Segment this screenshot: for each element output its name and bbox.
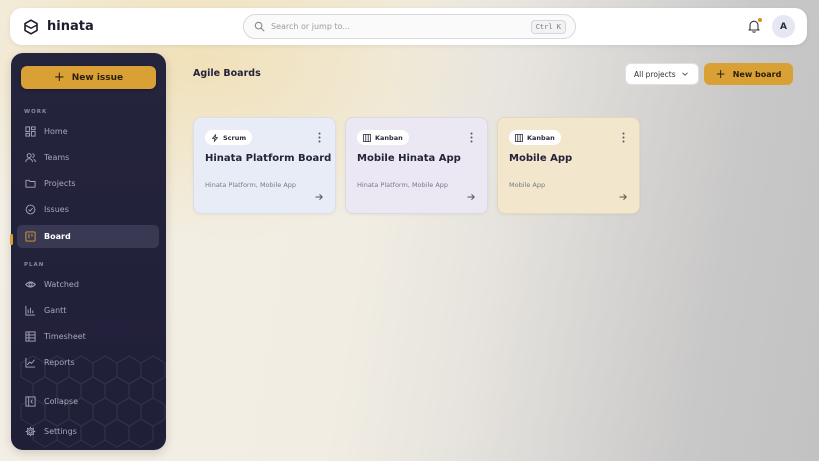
board-type-label: Kanban (527, 133, 555, 142)
board-projects: Hinata Platform, Mobile App (205, 181, 297, 189)
sidebar: + New issue WORK Home Teams Projects Iss… (11, 53, 166, 450)
search-input[interactable] (271, 22, 521, 31)
collapse-button[interactable]: Collapse (17, 390, 159, 413)
board-icon (25, 231, 36, 242)
sidebar-item-label: Reports (44, 358, 75, 367)
sidebar-item-projects[interactable]: Projects (17, 172, 159, 195)
board-type-badge: Kanban (509, 130, 561, 145)
sidebar-item-label: Gantt (44, 306, 67, 315)
sidebar-item-label: Board (44, 232, 71, 241)
chevron-down-icon (681, 72, 688, 76)
eye-icon (25, 281, 36, 288)
new-board-button[interactable]: + New board (704, 63, 793, 85)
bar-chart-icon (25, 305, 36, 316)
section-label-plan: PLAN (24, 262, 45, 268)
sidebar-item-issues[interactable]: Issues (17, 198, 159, 221)
folder-icon (25, 179, 36, 188)
plus-icon: + (53, 69, 65, 85)
gear-icon (25, 426, 36, 437)
users-icon (25, 153, 36, 163)
top-bar: hinata Ctrl K A (10, 8, 807, 45)
lightning-icon (212, 133, 218, 142)
board-type-label: Kanban (375, 133, 403, 142)
sidebar-item-teams[interactable]: Teams (17, 146, 159, 169)
check-circle-icon (25, 204, 36, 215)
search-bar[interactable]: Ctrl K (243, 14, 576, 39)
settings-button[interactable]: Settings (17, 420, 159, 443)
settings-label: Settings (44, 427, 77, 436)
collapse-icon (25, 396, 36, 407)
project-filter-select[interactable]: All projects (625, 63, 699, 85)
board-card[interactable]: Kanban Mobile App Mobile App (497, 117, 640, 214)
sidebar-item-label: Watched (44, 280, 79, 289)
board-card[interactable]: Scrum Hinata Platform Board Hinata Platf… (193, 117, 336, 214)
arrow-right-icon[interactable] (618, 192, 628, 202)
active-indicator (10, 234, 13, 245)
more-options-icon[interactable] (318, 132, 321, 143)
sidebar-item-label: Teams (44, 153, 70, 162)
table-icon (25, 331, 36, 342)
hexagon-logo-icon (24, 18, 38, 35)
grid-icon (25, 126, 36, 137)
board-title: Mobile App (509, 153, 573, 164)
board-type-badge: Scrum (205, 130, 253, 145)
board-type-badge: Kanban (357, 130, 409, 145)
arrow-right-icon[interactable] (314, 192, 324, 202)
sidebar-item-board[interactable]: Board (17, 225, 159, 248)
board-card[interactable]: Kanban Mobile Hinata App Hinata Platform… (345, 117, 488, 214)
columns-icon (363, 133, 371, 142)
board-projects: Mobile App (509, 181, 546, 189)
new-issue-button[interactable]: + New issue (21, 66, 156, 89)
plus-icon: + (715, 67, 726, 81)
sidebar-item-label: Projects (44, 179, 76, 188)
app-name: hinata (47, 19, 94, 34)
sidebar-item-timesheet[interactable]: Timesheet (17, 325, 159, 348)
sidebar-item-label: Home (44, 127, 68, 136)
new-board-label: New board (732, 69, 782, 79)
sidebar-item-home[interactable]: Home (17, 120, 159, 143)
collapse-label: Collapse (44, 397, 78, 406)
arrow-right-icon[interactable] (466, 192, 476, 202)
sidebar-item-reports[interactable]: Reports (17, 351, 159, 374)
sidebar-item-label: Timesheet (44, 332, 86, 341)
search-icon (254, 21, 265, 32)
filter-label: All projects (634, 69, 676, 79)
more-options-icon[interactable] (622, 132, 625, 143)
line-chart-icon (25, 357, 36, 368)
board-projects: Hinata Platform, Mobile App (357, 181, 449, 189)
sidebar-item-label: Issues (44, 205, 69, 214)
sidebar-item-gantt[interactable]: Gantt (17, 299, 159, 322)
new-issue-label: New issue (71, 72, 124, 83)
brand[interactable]: hinata (23, 18, 94, 35)
columns-icon (515, 133, 523, 142)
board-type-label: Scrum (223, 133, 247, 142)
section-label-work: WORK (24, 109, 48, 115)
sidebar-item-watched[interactable]: Watched (17, 273, 159, 296)
notifications-button[interactable] (746, 18, 762, 34)
page-title: Agile Boards (193, 68, 261, 79)
notification-dot (758, 18, 762, 22)
board-title: Mobile Hinata App (357, 153, 461, 164)
shortcut-hint: Ctrl K (530, 20, 566, 34)
avatar[interactable]: A (772, 15, 795, 38)
board-title: Hinata Platform Board (205, 153, 332, 164)
more-options-icon[interactable] (470, 132, 473, 143)
